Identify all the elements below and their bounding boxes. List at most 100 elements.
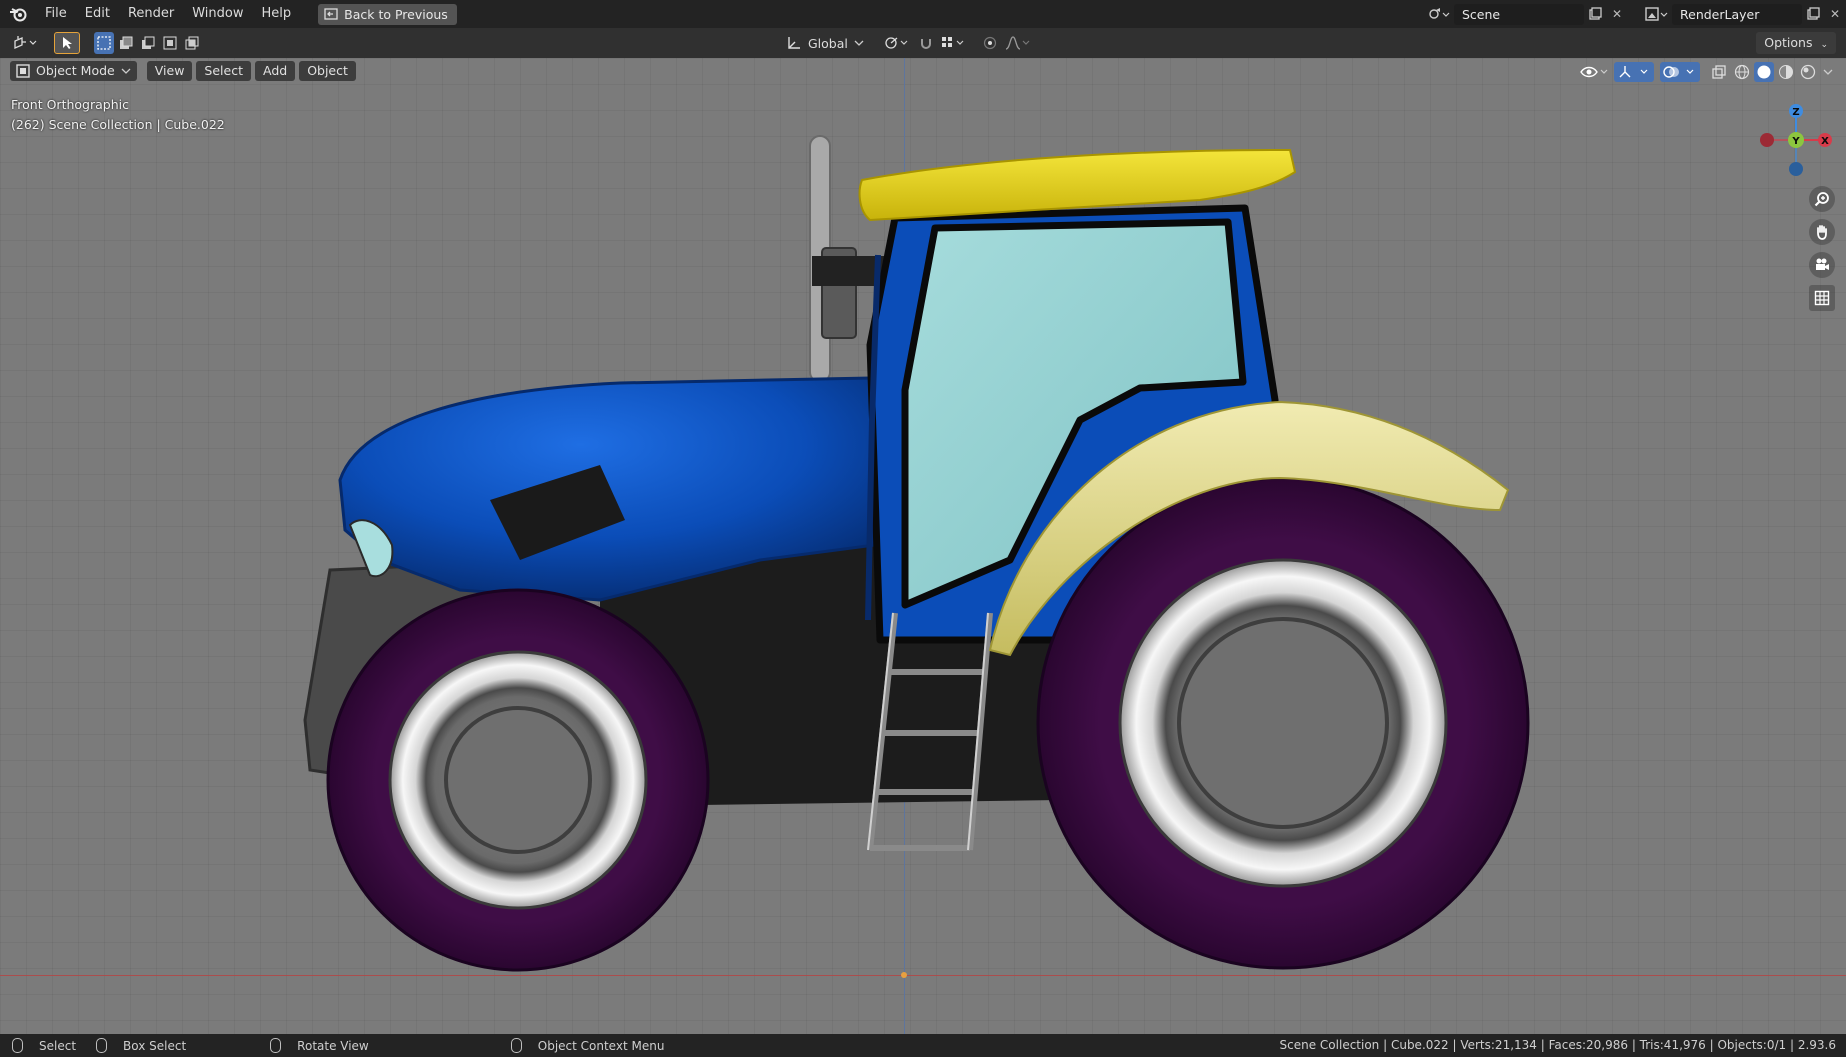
menu-render[interactable]: Render — [119, 0, 183, 28]
status-context-menu-hint: Object Context Menu — [510, 1038, 665, 1053]
navigation-gizmo[interactable]: Z X Y — [1746, 94, 1846, 194]
chevron-down-icon — [854, 40, 864, 46]
pivot-snap-group — [882, 32, 1034, 54]
top-menu-bar: File Edit Render Window Help Back to Pre… — [0, 0, 1846, 28]
orthographic-grid-icon[interactable] — [1809, 285, 1835, 311]
object-mode-icon — [16, 64, 30, 78]
eye-icon — [1580, 66, 1608, 78]
menu-edit[interactable]: Edit — [76, 0, 119, 28]
menu-file[interactable]: File — [36, 0, 76, 28]
selection-mode-group — [94, 32, 202, 54]
overlays-toggle[interactable] — [1660, 62, 1700, 82]
status-rotate-label: Rotate View — [297, 1038, 369, 1053]
origin-dot — [901, 972, 907, 978]
falloff-curve-icon — [1005, 36, 1030, 50]
view-layer-field[interactable]: RenderLayer — [1672, 3, 1802, 25]
zoom-icon[interactable] — [1809, 186, 1835, 212]
gizmo-x-label: X — [1821, 136, 1829, 147]
select-extend-icon[interactable] — [116, 32, 136, 54]
pan-hand-icon[interactable] — [1809, 219, 1835, 245]
cursor-arrow-icon — [63, 37, 72, 49]
viewport-header: Object Mode View Select Add Object — [0, 58, 1846, 84]
back-to-previous-button[interactable]: Back to Previous — [318, 3, 457, 25]
select-invert-icon[interactable] — [160, 32, 180, 54]
pivot-icon — [885, 37, 908, 49]
options-label: Options — [1764, 35, 1813, 50]
status-select-hint: Select — [12, 1038, 76, 1053]
options-dropdown[interactable]: Options ⌄ — [1756, 32, 1836, 54]
camera-view-icon[interactable] — [1809, 252, 1835, 278]
add-menu[interactable]: Add — [254, 61, 296, 81]
menu-help[interactable]: Help — [253, 0, 301, 28]
xray-toggle-icon[interactable] — [1708, 62, 1730, 82]
status-box-select-hint: Box Select — [96, 1038, 186, 1053]
orientation-axes-icon — [788, 37, 800, 49]
tractor-model[interactable] — [0, 58, 1846, 1034]
delete-view-layer-icon[interactable]: ✕ — [1824, 4, 1846, 25]
back-to-previous-label: Back to Previous — [344, 6, 448, 22]
status-rotate-hint: Rotate View — [270, 1038, 369, 1053]
render-layer-icon — [1645, 7, 1668, 21]
editor-type-icon — [14, 36, 37, 49]
new-scene-icon[interactable] — [1584, 4, 1606, 25]
gizmo-toggle[interactable] — [1614, 62, 1654, 82]
delete-scene-icon[interactable]: ✕ — [1606, 4, 1628, 25]
status-box-select-label: Box Select — [123, 1038, 187, 1053]
transform-orientation-dropdown[interactable]: Global — [786, 32, 864, 54]
3d-viewport[interactable]: Object Mode View Select Add Object Front… — [0, 58, 1846, 1034]
gizmo-neg-z-axis — [1789, 162, 1803, 176]
visibility-dropdown[interactable] — [1578, 62, 1612, 82]
mouse-middle-icon — [270, 1038, 282, 1053]
gizmo-y-label: Y — [1791, 136, 1800, 147]
snap-target-button[interactable] — [940, 32, 970, 54]
solid-shading-icon[interactable] — [1754, 62, 1774, 82]
view-menu[interactable]: View — [146, 61, 193, 81]
gizmo-icon — [1619, 66, 1648, 78]
scene-icon — [1429, 8, 1450, 19]
blender-logo-icon[interactable] — [0, 0, 36, 28]
object-menu[interactable]: Object — [299, 61, 356, 81]
back-icon — [324, 8, 338, 20]
scene-name-field[interactable]: Scene — [1454, 3, 1584, 25]
status-context-menu-label: Object Context Menu — [537, 1038, 665, 1053]
gizmo-z-label: Z — [1792, 107, 1799, 118]
new-view-layer-icon[interactable] — [1802, 4, 1824, 25]
select-subtract-icon[interactable] — [138, 32, 158, 54]
mouse-left-icon — [12, 1038, 23, 1053]
proportional-editing-icon[interactable] — [980, 32, 1000, 54]
overlays-icon — [1663, 66, 1694, 78]
collection-info-label: (262) Scene Collection | Cube.022 — [11, 117, 225, 132]
viewport-info-overlay: Front Orthographic (262) Scene Collectio… — [11, 95, 225, 135]
wireframe-shading-icon[interactable] — [1732, 62, 1752, 82]
object-mode-label: Object Mode — [36, 63, 115, 78]
editor-type-button[interactable] — [6, 32, 46, 54]
grid-snap-icon — [942, 37, 964, 47]
view-name-label: Front Orthographic — [11, 97, 129, 112]
viewport-tool-header: Global Options ⌄ — [0, 28, 1846, 58]
pivot-point-button[interactable] — [882, 32, 912, 54]
view-layer-browse-button[interactable] — [1642, 4, 1672, 25]
scene-browse-button[interactable] — [1424, 4, 1454, 25]
select-tool-button[interactable] — [54, 32, 80, 54]
shading-options-chevron-icon[interactable] — [1820, 62, 1836, 82]
select-intersect-icon[interactable] — [182, 32, 202, 54]
rendered-shading-icon[interactable] — [1798, 62, 1818, 82]
mouse-right-icon — [510, 1038, 522, 1053]
chevron-down-icon — [121, 68, 131, 74]
select-new-icon[interactable] — [94, 32, 114, 54]
select-menu[interactable]: Select — [196, 61, 251, 81]
object-mode-dropdown[interactable]: Object Mode — [10, 61, 137, 81]
gizmo-neg-x-axis — [1760, 133, 1774, 147]
mouse-drag-icon — [96, 1038, 108, 1053]
snap-toggle-icon[interactable] — [916, 32, 936, 54]
status-select-label: Select — [39, 1038, 77, 1053]
status-bar: Select Box Select Rotate View Object Con… — [0, 1034, 1846, 1057]
viewport-display-controls — [1578, 61, 1836, 83]
scene-selector-area: Scene ✕ RenderLayer ✕ — [1424, 0, 1846, 28]
transform-orientation-label: Global — [808, 35, 848, 51]
menu-window[interactable]: Window — [183, 0, 252, 28]
material-preview-shading-icon[interactable] — [1776, 62, 1796, 82]
falloff-button[interactable] — [1004, 32, 1034, 54]
scene-statistics: Scene Collection | Cube.022 | Verts:21,1… — [1279, 1038, 1836, 1052]
chevron-down-icon: ⌄ — [1820, 40, 1828, 50]
